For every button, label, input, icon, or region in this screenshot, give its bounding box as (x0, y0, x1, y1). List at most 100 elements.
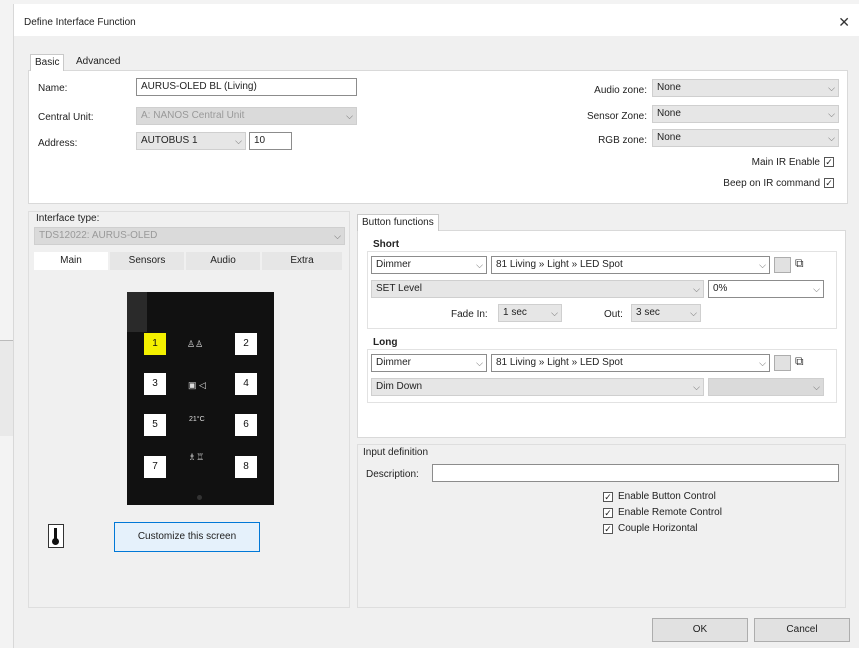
enable-button-control-label: Enable Button Control (618, 491, 716, 502)
tab-button-functions-label: Button functions (362, 217, 434, 228)
long-browse-icon[interactable]: ⧉ (795, 354, 804, 369)
enable-button-control-checkbox[interactable]: ✓ (603, 492, 613, 502)
interface-type-select: TDS12022: AURUS-OLED ⌵ (34, 227, 345, 245)
tab-button-functions[interactable]: Button functions (357, 214, 439, 231)
tab-basic[interactable]: Basic (30, 54, 65, 71)
chevron-down-icon: ⌵ (828, 83, 835, 93)
audio-zone-value: None (657, 82, 681, 93)
long-function-value: Dimmer (376, 357, 411, 368)
define-interface-dialog: Define Interface Function ✕ Basic Advanc… (13, 4, 859, 648)
short-action-select[interactable]: SET Level ⌵ (371, 280, 704, 298)
fade-out-select[interactable]: 3 sec ⌵ (631, 304, 701, 322)
short-browse-icon[interactable]: ⧉ (795, 256, 804, 271)
customize-screen-label: Customize this screen (137, 531, 237, 542)
fade-out-value: 3 sec (636, 307, 660, 318)
input-definition-heading: Input definition (363, 447, 429, 458)
central-unit-label: Central Unit: (38, 112, 94, 123)
audio-zone-label: Audio zone: (594, 85, 647, 96)
short-function-value: Dimmer (376, 259, 411, 270)
customize-screen-button[interactable]: Customize this screen (114, 522, 260, 552)
device-key-1[interactable]: 1 (144, 333, 166, 355)
description-label: Description: (366, 469, 419, 480)
device-key-4[interactable]: 4 (235, 373, 257, 395)
rgb-zone-select[interactable]: None ⌵ (652, 129, 839, 147)
subtab-audio[interactable]: Audio (186, 252, 260, 270)
fade-out-label: Out: (604, 309, 623, 320)
dialog-title: Define Interface Function (24, 17, 136, 28)
short-clear-button[interactable] (774, 257, 791, 273)
main-ir-checkbox[interactable]: ✓ (824, 157, 834, 167)
fade-in-value: 1 sec (503, 307, 527, 318)
long-target-select[interactable]: 81 Living » Light » LED Spot ⌵ (491, 354, 770, 372)
temperature-readout: 21°C (189, 416, 205, 423)
short-level-select[interactable]: 0% ⌵ (708, 280, 824, 298)
short-target-select[interactable]: 81 Living » Light » LED Spot ⌵ (491, 256, 770, 274)
short-target-value: 81 Living » Light » LED Spot (496, 259, 623, 270)
title-bar: Define Interface Function ✕ (14, 4, 859, 36)
sensor-zone-select[interactable]: None ⌵ (652, 105, 839, 123)
device-key-3[interactable]: 3 (144, 373, 166, 395)
subtab-main-label: Main (60, 255, 82, 266)
long-target-value: 81 Living » Light » LED Spot (496, 357, 623, 368)
fade-in-label: Fade In: (451, 309, 488, 320)
long-heading: Long (373, 337, 398, 348)
subtab-sensors[interactable]: Sensors (110, 252, 184, 270)
long-clear-button[interactable] (774, 355, 791, 371)
cancel-button[interactable]: Cancel (754, 618, 850, 642)
device-bezel-shadow (127, 292, 147, 332)
name-field[interactable]: AURUS-OLED BL (Living) (136, 78, 357, 96)
thermometer-icon[interactable] (48, 524, 64, 548)
chevron-down-icon: ⌵ (476, 260, 483, 270)
description-field[interactable] (432, 464, 839, 482)
short-function-select[interactable]: Dimmer ⌵ (371, 256, 487, 274)
interface-type-label: Interface type: (36, 213, 100, 224)
address-number-field[interactable]: 10 (249, 132, 292, 150)
enable-remote-control-label: Enable Remote Control (618, 507, 722, 518)
ok-button[interactable]: OK (652, 618, 748, 642)
main-ir-label: Main IR Enable (751, 157, 820, 168)
long-action-select[interactable]: Dim Down ⌵ (371, 378, 704, 396)
device-key-5[interactable]: 5 (144, 414, 166, 436)
device-key-2[interactable]: 2 (235, 333, 257, 355)
long-level-select: ⌵ (708, 378, 824, 396)
chevron-down-icon: ⌵ (235, 136, 242, 146)
sensor-zone-label: Sensor Zone: (586, 111, 647, 122)
lights-icon: ♙♙ (187, 339, 204, 349)
subtab-main[interactable]: Main (34, 252, 108, 270)
tab-advanced[interactable]: Advanced (72, 54, 124, 70)
central-unit-select: A: NANOS Central Unit ⌵ (136, 107, 357, 125)
rgb-zone-value: None (657, 132, 681, 143)
chevron-down-icon: ⌵ (693, 284, 700, 294)
rgb-zone-label: RGB zone: (598, 135, 647, 146)
address-bus-value: AUTOBUS 1 (141, 135, 198, 146)
device-key-6[interactable]: 6 (235, 414, 257, 436)
chevron-down-icon: ⌵ (759, 358, 766, 368)
chevron-down-icon: ⌵ (813, 382, 820, 392)
scenes-icon: ♗♖ (188, 452, 205, 462)
device-key-7[interactable]: 7 (144, 456, 166, 478)
audio-zone-select[interactable]: None ⌵ (652, 79, 839, 97)
device-preview: 1 2 3 4 5 6 7 8 ♙♙ ▣ ◁ 21°C ♗♖ (127, 292, 274, 505)
chevron-down-icon: ⌵ (476, 358, 483, 368)
sensor-zone-value: None (657, 108, 681, 119)
address-label: Address: (38, 138, 78, 149)
chevron-down-icon: ⌵ (828, 109, 835, 119)
ok-label: OK (692, 624, 708, 635)
media-icon: ▣ ◁ (188, 380, 206, 390)
fade-in-select[interactable]: 1 sec ⌵ (498, 304, 562, 322)
close-icon[interactable]: ✕ (838, 14, 850, 31)
device-key-8[interactable]: 8 (235, 456, 257, 478)
subtab-extra[interactable]: Extra (262, 252, 342, 270)
cancel-label: Cancel (786, 624, 818, 635)
enable-remote-control-checkbox[interactable]: ✓ (603, 508, 613, 518)
tab-advanced-label: Advanced (76, 56, 121, 67)
chevron-down-icon: ⌵ (759, 260, 766, 270)
central-unit-value: A: NANOS Central Unit (141, 110, 245, 121)
tab-basic-label: Basic (35, 57, 60, 68)
beep-ir-checkbox[interactable]: ✓ (824, 178, 834, 188)
couple-horizontal-checkbox[interactable]: ✓ (603, 524, 613, 534)
subtab-audio-label: Audio (210, 255, 236, 266)
long-function-select[interactable]: Dimmer ⌵ (371, 354, 487, 372)
subtab-extra-label: Extra (290, 255, 314, 266)
address-bus-select[interactable]: AUTOBUS 1 ⌵ (136, 132, 246, 150)
